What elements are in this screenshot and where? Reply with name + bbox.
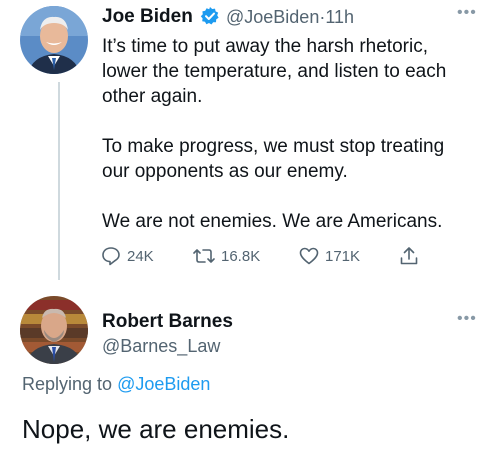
reply-text: Nope, we are enemies. (22, 414, 290, 444)
tweet-text-line: other again. (102, 86, 203, 107)
reply-icon (100, 245, 122, 267)
avatar[interactable] (20, 6, 88, 74)
replying-to-label: Replying to (22, 374, 113, 394)
tweet-text-line: To make progress, we must stop treating (102, 136, 445, 157)
author-handle[interactable]: @Barnes_Law (102, 336, 220, 357)
share-icon (398, 245, 420, 267)
tweet-text-line: our opponents as our enemy. (102, 161, 348, 182)
replying-to-mention[interactable]: @JoeBiden (117, 374, 210, 394)
replying-to-line: Replying to @JoeBiden (22, 374, 210, 395)
reply-count: 24K (127, 247, 154, 265)
retweet-icon (192, 245, 216, 267)
author-handle[interactable]: @JoeBiden·11h (226, 7, 354, 28)
tweet-text-line: We are not enemies. We are Americans. (102, 211, 443, 232)
thread-connector-line (58, 82, 60, 280)
author-name[interactable]: Robert Barnes (102, 311, 233, 333)
retweet-count: 16.8K (221, 247, 261, 265)
like-button[interactable]: 171K (298, 245, 360, 267)
more-options-icon[interactable]: ••• (457, 4, 477, 22)
more-options-icon[interactable]: ••• (457, 310, 477, 328)
heart-icon (298, 245, 320, 267)
like-count: 171K (325, 247, 361, 265)
tweet-time: 11h (325, 7, 355, 27)
verified-badge-icon (200, 6, 220, 26)
retweet-button[interactable]: 16.8K (192, 245, 260, 267)
author-name[interactable]: Joe Biden (102, 6, 193, 28)
share-button[interactable] (398, 245, 420, 267)
tweet-text-line: lower the temperature, and listen to eac… (102, 61, 447, 82)
avatar[interactable] (20, 296, 88, 364)
tweet-text-line: It’s time to put away the harsh rhetoric… (102, 36, 428, 57)
tweet-actions: 24K 16.8K 171K (100, 245, 430, 269)
reply-button[interactable]: 24K (100, 245, 154, 267)
